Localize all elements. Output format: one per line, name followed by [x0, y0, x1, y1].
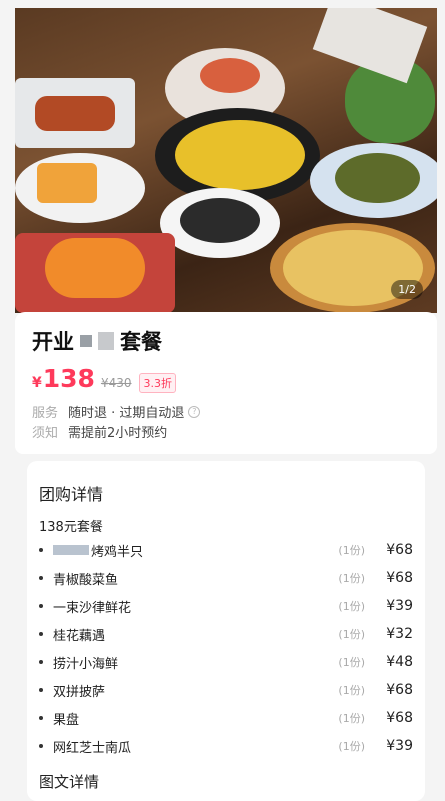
item-name: 烤鸡半只: [53, 541, 325, 560]
discount-badge: 3.3折: [139, 373, 176, 393]
hero-image[interactable]: 1/2: [15, 8, 437, 313]
redacted-block: [80, 335, 92, 347]
item-price: ¥68: [386, 570, 413, 586]
item-price: ¥32: [386, 626, 413, 642]
plate-shape: [45, 238, 145, 298]
redacted-block: [53, 545, 89, 555]
item-qty: (1份): [338, 600, 365, 613]
help-icon[interactable]: ?: [188, 405, 201, 418]
plate-shape: [335, 153, 420, 203]
set-meal-title: 138元套餐: [39, 520, 103, 535]
image-text-detail-title[interactable]: 图文详情: [39, 771, 99, 792]
item-qty: (1份): [338, 628, 365, 641]
current-price: 138: [42, 364, 95, 393]
item-name: 桂花藕遇: [53, 628, 106, 644]
service-row[interactable]: 服务 随时退 · 过期自动退 ?: [32, 402, 201, 421]
item-price: ¥48: [386, 654, 413, 670]
service-value: 随时退 · 过期自动退: [68, 406, 185, 421]
plate-shape: [35, 96, 115, 131]
bullet-icon: [39, 688, 43, 692]
bullet-icon: [39, 632, 43, 636]
item-name: 捞汁小海鲜: [53, 656, 119, 672]
plate-shape: [37, 163, 97, 203]
list-item: 青椒酸菜鱼 (1份) ¥68: [39, 568, 413, 588]
list-item: 果盘 (1份) ¥68: [39, 708, 413, 728]
item-name: 果盘: [53, 712, 80, 728]
deal-title-suffix: 套餐: [120, 330, 162, 354]
item-name-text: 烤鸡半只: [91, 544, 144, 560]
list-item: 桂花藕遇 (1份) ¥32: [39, 624, 413, 644]
item-name: 双拼披萨: [53, 684, 106, 700]
notice-value: 需提前2小时预约: [68, 426, 168, 441]
item-qty: (1份): [338, 544, 365, 557]
image-pager: 1/2: [391, 280, 423, 299]
item-name: 青椒酸菜鱼: [53, 572, 119, 588]
bullet-icon: [39, 604, 43, 608]
bullet-icon: [39, 548, 43, 552]
item-qty: (1份): [338, 656, 365, 669]
bullet-icon: [39, 744, 43, 748]
list-item: 网红芝士南瓜 (1份) ¥39: [39, 736, 413, 756]
currency-symbol: ¥: [32, 375, 42, 391]
item-qty: (1份): [338, 740, 365, 753]
section-title: 团购详情: [39, 485, 104, 504]
plate-shape: [200, 58, 260, 93]
item-price: ¥68: [386, 542, 413, 558]
item-price: ¥39: [386, 598, 413, 614]
item-name: 网红芝士南瓜: [53, 740, 132, 756]
item-qty: (1份): [338, 572, 365, 585]
item-price: ¥68: [386, 710, 413, 726]
deal-info-card: 开业 套餐 ¥ 138 ¥430 3.3折 服务 随时退 · 过期自动退 ? 须…: [15, 312, 437, 454]
plate-shape: [175, 120, 305, 190]
list-item: 捞汁小海鲜 (1份) ¥48: [39, 652, 413, 672]
original-price: ¥430: [100, 376, 132, 390]
notice-row[interactable]: 须知 需提前2小时预约: [32, 422, 167, 441]
notice-label: 须知: [32, 426, 59, 441]
item-price: ¥39: [386, 738, 413, 754]
bullet-icon: [39, 660, 43, 664]
redacted-block: [98, 332, 114, 350]
item-qty: (1份): [338, 712, 365, 725]
price-row: ¥ 138 ¥430 3.3折: [32, 364, 176, 393]
list-item: 一束沙律鲜花 (1份) ¥39: [39, 596, 413, 616]
item-name: 一束沙律鲜花: [53, 600, 132, 616]
item-price: ¥68: [386, 682, 413, 698]
service-label: 服务: [32, 406, 59, 421]
list-item: 双拼披萨 (1份) ¥68: [39, 680, 413, 700]
bullet-icon: [39, 716, 43, 720]
item-qty: (1份): [338, 684, 365, 697]
group-buy-detail-card: 团购详情 138元套餐 烤鸡半只 (1份) ¥68 青椒酸菜鱼 (1份) ¥68…: [27, 461, 425, 801]
deal-title: 开业 套餐: [32, 326, 162, 356]
bullet-icon: [39, 576, 43, 580]
plate-shape: [180, 198, 260, 243]
deal-title-prefix: 开业: [32, 330, 74, 354]
list-item: 烤鸡半只 (1份) ¥68: [39, 540, 413, 560]
